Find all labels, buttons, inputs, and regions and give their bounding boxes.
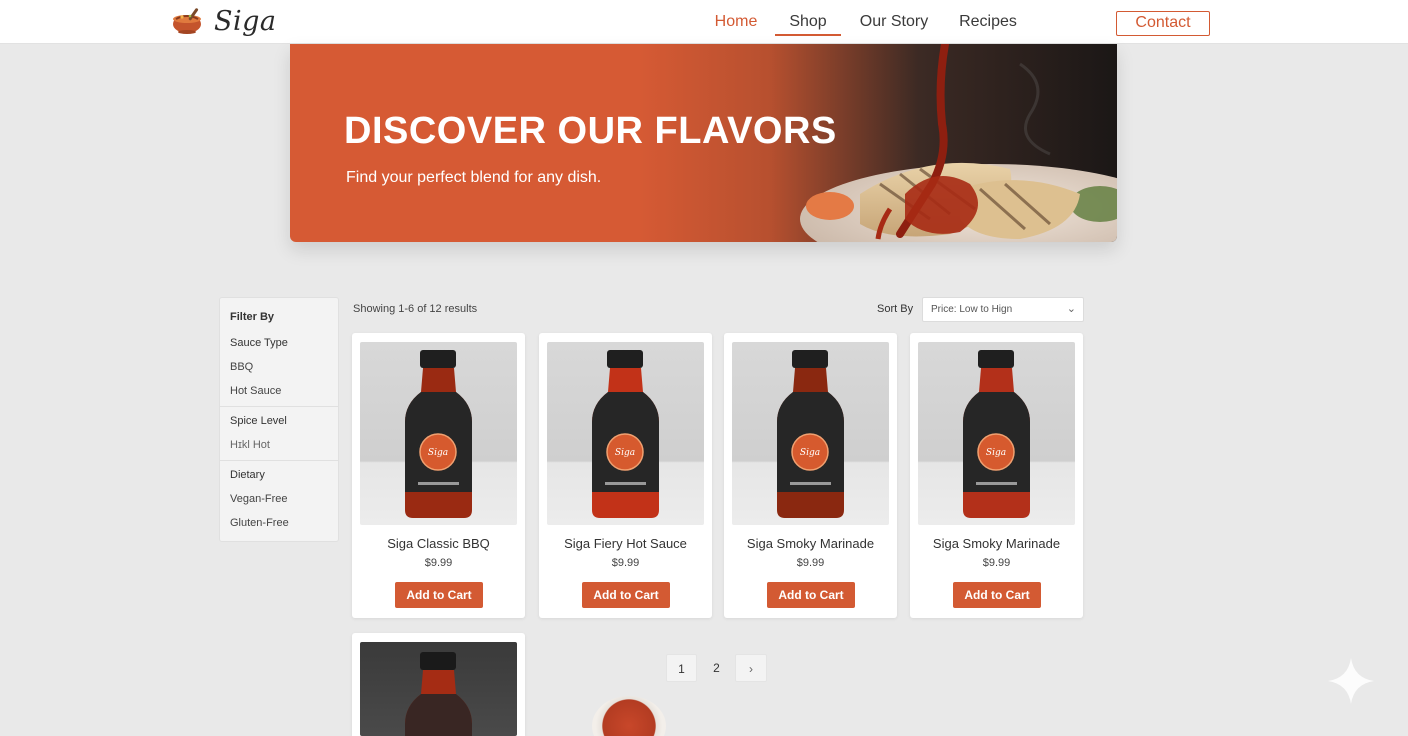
nav-recipes[interactable]: Recipes	[947, 0, 1029, 44]
nav-home[interactable]: Home	[700, 0, 772, 44]
hero-banner: DISCOVER OUR FLAVORS Find your perfect b…	[290, 44, 1117, 242]
add-to-cart-button[interactable]: Add to Cart	[582, 582, 670, 608]
next-page-button[interactable]: ›	[735, 654, 767, 682]
product-price: $9.99	[796, 557, 825, 569]
product-card[interactable]	[352, 633, 525, 736]
filter-sidebar: Filter By Sauce Type BBQ Hot Sauce Spice…	[219, 297, 339, 542]
sauce-bottle-icon	[405, 652, 472, 736]
product-price: $9.99	[611, 557, 640, 569]
product-image: Siga	[732, 342, 889, 525]
sauce-bottle-icon: Siga	[777, 350, 844, 518]
hero-subtitle: Find your perfect blend for any dish.	[346, 169, 602, 186]
nav-our-story[interactable]: Our Story	[841, 0, 947, 44]
chevron-down-icon: ⌄	[1066, 303, 1076, 315]
add-to-cart-button[interactable]: Add to Cart	[953, 582, 1041, 608]
product-name[interactable]: Siga Smoky Marinade	[910, 536, 1083, 551]
sauce-bowl-image	[592, 696, 666, 736]
product-card[interactable]: Siga Siga Smoky Marinade $9.99 Add to Ca…	[910, 333, 1083, 618]
product-image: Siga	[360, 342, 517, 525]
filter-group-title: Dietary	[230, 469, 265, 481]
product-card[interactable]: Siga Siga Classic BBQ $9.99 Add to Cart	[352, 333, 525, 618]
product-image: Siga	[547, 342, 704, 525]
contact-button[interactable]: Contact	[1116, 11, 1210, 36]
product-name[interactable]: Siga Classic BBQ	[352, 536, 525, 551]
filter-heading: Filter By	[230, 311, 275, 323]
filter-group-title: Sauce Type	[230, 337, 288, 349]
product-image: Siga	[918, 342, 1075, 525]
sort-select[interactable]: Price: Low to Hign ⌄	[922, 297, 1084, 322]
product-price: $9.99	[424, 557, 453, 569]
add-to-cart-button[interactable]: Add to Cart	[395, 582, 483, 608]
page-1-button[interactable]: 1	[666, 654, 697, 682]
svg-text:Siga: Siga	[986, 448, 1006, 458]
svg-text:Siga: Siga	[800, 448, 820, 458]
svg-text:Siga: Siga	[615, 448, 635, 458]
filter-option-vegan[interactable]: Vegan-Free	[230, 493, 287, 505]
sauce-bowl-logo-icon	[173, 8, 201, 34]
filter-option-bbq[interactable]: BBQ	[230, 361, 253, 373]
filter-option-hot-sauce[interactable]: Hot Sauce	[230, 385, 281, 397]
divider	[220, 406, 338, 407]
brand-logo[interactable]: Siga	[170, 4, 277, 38]
product-card[interactable]: Siga Siga Fiery Hot Sauce $9.99 Add to C…	[539, 333, 712, 618]
filter-option-gluten[interactable]: Gluten-Free	[230, 517, 289, 529]
results-count: Showing 1-6 of 12 results	[353, 303, 478, 315]
sauce-bottle-icon: Siga	[963, 350, 1030, 518]
chevron-right-icon: ›	[749, 662, 753, 676]
add-to-cart-button[interactable]: Add to Cart	[767, 582, 855, 608]
main-nav: Home Shop Our Story Recipes	[700, 0, 1029, 44]
sparkle-icon	[1328, 658, 1374, 704]
hero-title: DISCOVER OUR FLAVORS	[344, 110, 837, 152]
sort-value: Price: Low to Hign	[931, 304, 1013, 315]
product-name[interactable]: Siga Smoky Marinade	[724, 536, 897, 551]
product-card[interactable]: Siga Siga Smoky Marinade $9.99 Add to Ca…	[724, 333, 897, 618]
product-price: $9.99	[982, 557, 1011, 569]
site-header: Siga Home Shop Our Story Recipes Contact	[0, 0, 1408, 44]
filter-option-spice[interactable]: Hɪkl Hot	[230, 439, 270, 451]
sauce-bottle-icon: Siga	[405, 350, 472, 518]
page-2-button[interactable]: 2	[701, 654, 732, 682]
divider	[220, 460, 338, 461]
sauce-bottle-icon: Siga	[592, 350, 659, 518]
product-image	[360, 642, 517, 736]
nav-shop[interactable]: Shop	[775, 0, 841, 44]
brand-name: Siga	[214, 5, 277, 37]
svg-text:Siga: Siga	[428, 448, 448, 458]
filter-group-title: Spice Level	[230, 415, 287, 427]
product-name[interactable]: Siga Fiery Hot Sauce	[539, 536, 712, 551]
sort-label: Sort By	[877, 303, 914, 315]
